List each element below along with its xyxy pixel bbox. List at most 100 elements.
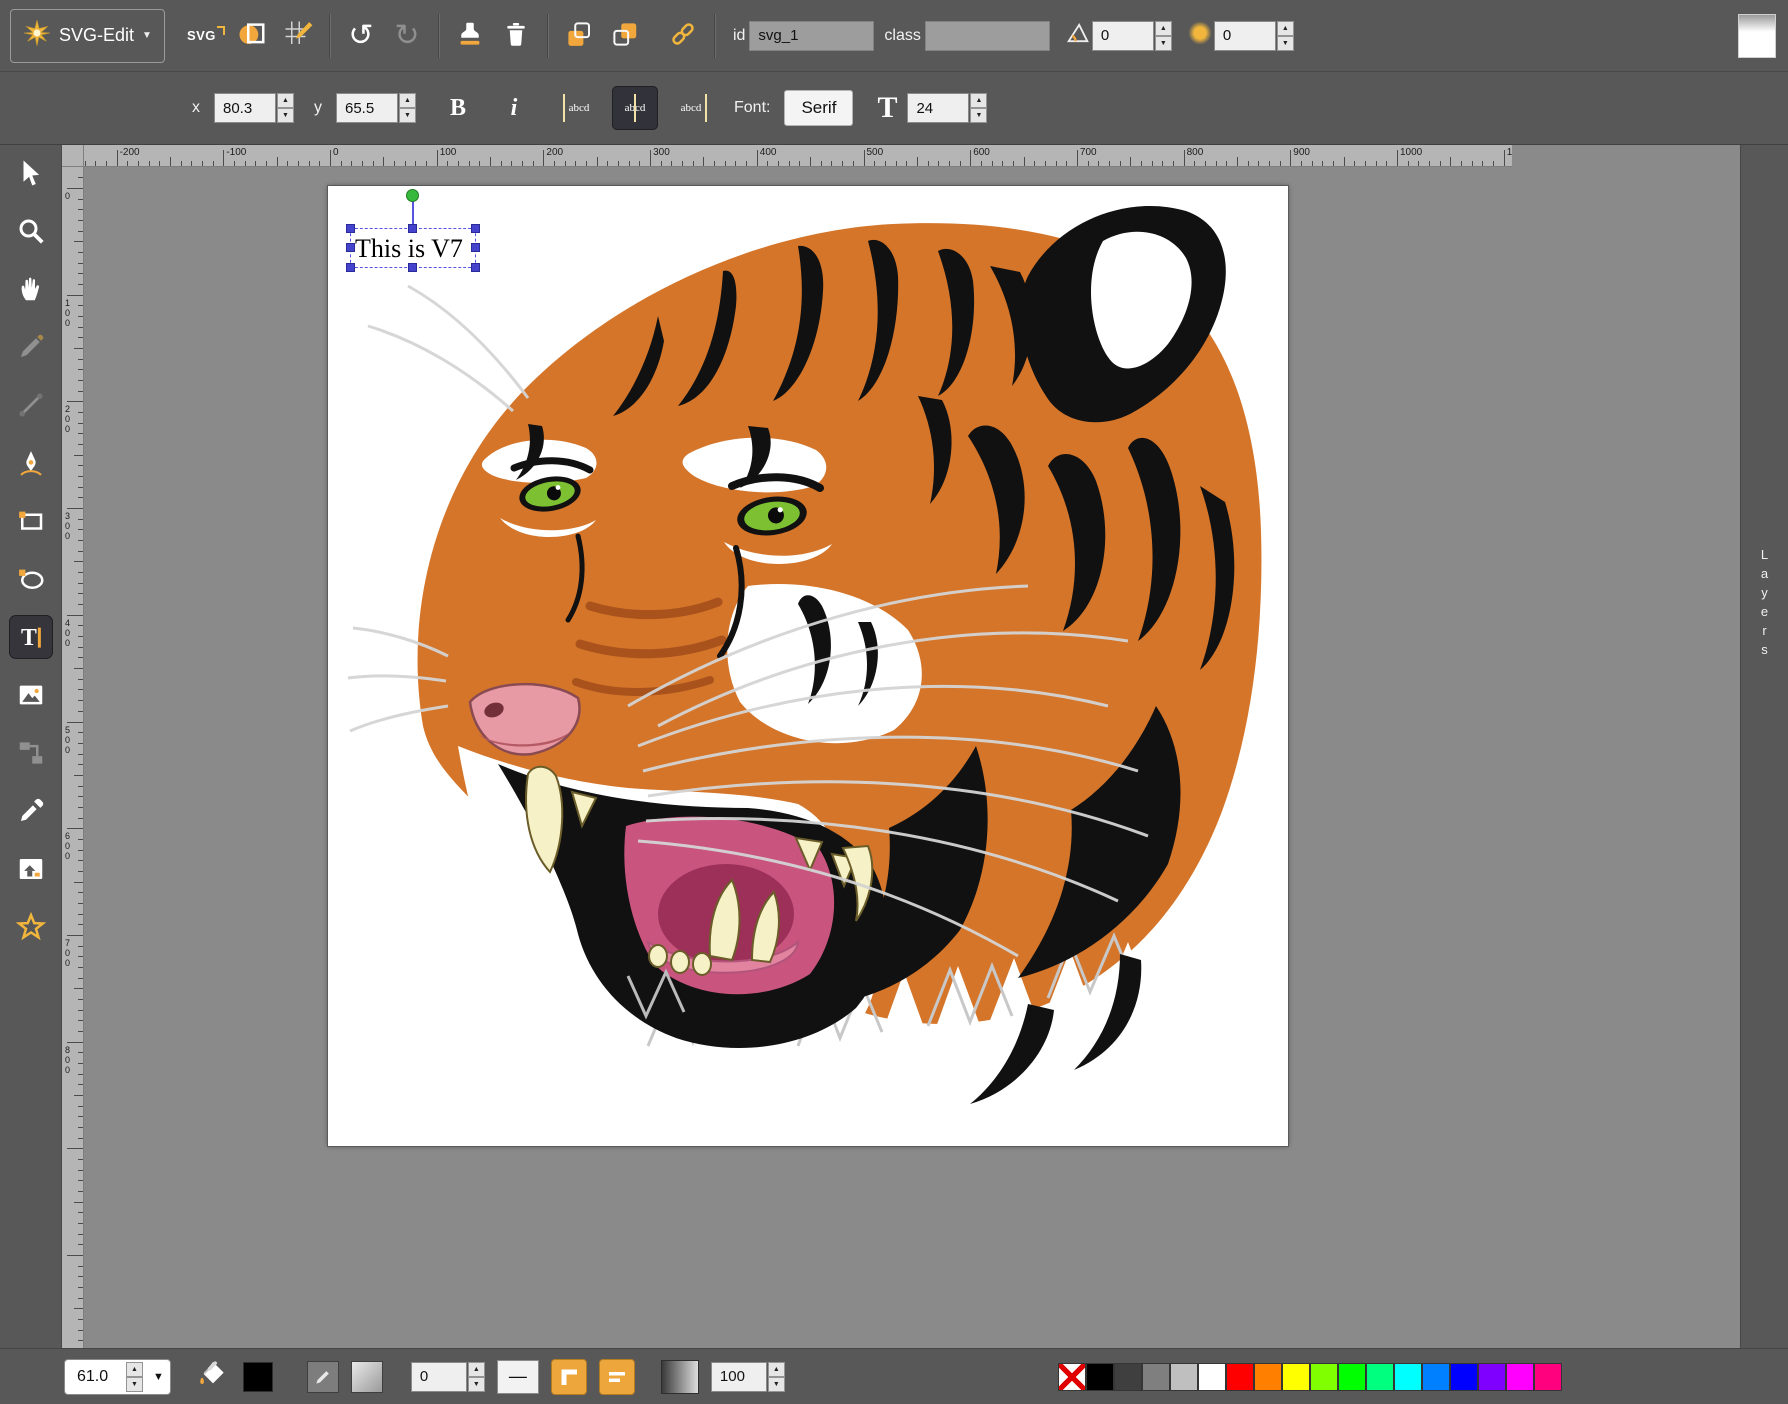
palette-swatch[interactable] <box>1310 1363 1338 1391</box>
selection-handle-sw[interactable] <box>346 263 355 272</box>
path-tool-button[interactable] <box>9 441 53 485</box>
blur-spinner[interactable]: ▲▼ <box>1277 21 1294 51</box>
palette-swatch[interactable] <box>1394 1363 1422 1391</box>
x-input[interactable] <box>214 93 276 123</box>
zoom-spinner[interactable]: ▲▼ <box>126 1362 143 1392</box>
stroke-width-input[interactable] <box>411 1362 467 1392</box>
selection-handle-nw[interactable] <box>346 224 355 233</box>
y-input[interactable] <box>336 93 398 123</box>
spin-down-icon[interactable]: ▼ <box>277 108 294 123</box>
palette-swatch[interactable] <box>1534 1363 1562 1391</box>
bold-button[interactable]: B <box>440 86 476 130</box>
layers-panel-toggle[interactable]: Layers <box>1740 145 1788 1348</box>
spin-up-icon[interactable]: ▲ <box>1277 21 1294 36</box>
shape-library-tool-button[interactable] <box>9 847 53 891</box>
spin-up-icon[interactable]: ▲ <box>399 93 416 108</box>
palette-swatch[interactable] <box>1338 1363 1366 1391</box>
palette-swatch[interactable] <box>1506 1363 1534 1391</box>
angle-spinner[interactable]: ▲▼ <box>1155 21 1172 51</box>
clone-button[interactable] <box>447 11 493 61</box>
spin-up-icon[interactable]: ▲ <box>277 93 294 108</box>
spin-down-icon[interactable]: ▼ <box>970 108 987 123</box>
palette-swatch[interactable] <box>1254 1363 1282 1391</box>
fill-color-swatch[interactable] <box>243 1362 273 1392</box>
spin-up-icon[interactable]: ▲ <box>126 1362 143 1377</box>
y-spinner[interactable]: ▲▼ <box>399 93 416 123</box>
redo-button[interactable]: ↻ <box>384 11 430 61</box>
rotate-handle[interactable] <box>406 189 419 202</box>
source-editor-button[interactable]: SVG <box>183 11 229 61</box>
spin-up-icon[interactable]: ▲ <box>970 93 987 108</box>
element-id-input[interactable] <box>749 21 874 51</box>
make-link-button[interactable] <box>660 11 706 61</box>
blur-input[interactable] <box>1214 21 1276 51</box>
line-tool-button[interactable] <box>9 383 53 427</box>
palette-swatch[interactable] <box>1366 1363 1394 1391</box>
zoom-dropdown-caret-icon[interactable]: ▼ <box>153 1371 164 1383</box>
svg-canvas[interactable]: This is V7 <box>328 186 1288 1146</box>
tiger-artwork[interactable] <box>328 186 1288 1146</box>
selection-handle-ne[interactable] <box>471 224 480 233</box>
linecap-button[interactable] <box>599 1359 635 1395</box>
stroke-width-spinner[interactable]: ▲▼ <box>468 1362 485 1392</box>
zoom-tool-button[interactable] <box>9 209 53 253</box>
font-family-button[interactable]: Serif <box>784 90 853 126</box>
selection-handle-se[interactable] <box>471 263 480 272</box>
opacity-spinner[interactable]: ▲▼ <box>768 1362 785 1392</box>
star-tool-button[interactable] <box>9 905 53 949</box>
font-size-spinner[interactable]: ▲▼ <box>970 93 987 123</box>
palette-swatch[interactable] <box>1198 1363 1226 1391</box>
palette-swatch[interactable] <box>1226 1363 1254 1391</box>
undo-button[interactable]: ↺ <box>338 11 384 61</box>
palette-swatch[interactable] <box>1086 1363 1114 1391</box>
opacity-gradient-icon[interactable] <box>661 1360 699 1394</box>
connector-tool-button[interactable] <box>9 731 53 775</box>
text-anchor-end-button[interactable]: abcd <box>668 86 714 130</box>
spin-down-icon[interactable]: ▼ <box>768 1377 785 1392</box>
palette-swatch[interactable] <box>1114 1363 1142 1391</box>
palette-swatch[interactable] <box>1478 1363 1506 1391</box>
stroke-color-button[interactable] <box>307 1361 339 1393</box>
eyedropper-tool-button[interactable] <box>9 789 53 833</box>
spin-up-icon[interactable]: ▲ <box>1155 21 1172 36</box>
font-size-input[interactable] <box>907 93 969 123</box>
spin-down-icon[interactable]: ▼ <box>399 108 416 123</box>
palette-swatch[interactable] <box>1450 1363 1478 1391</box>
text-anchor-start-button[interactable]: abcd <box>556 86 602 130</box>
italic-button[interactable]: i <box>496 86 532 130</box>
palette-swatch[interactable] <box>1422 1363 1450 1391</box>
angle-input[interactable] <box>1092 21 1154 51</box>
move-to-bottom-button[interactable] <box>556 11 602 61</box>
spin-up-icon[interactable]: ▲ <box>768 1362 785 1377</box>
x-spinner[interactable]: ▲▼ <box>277 93 294 123</box>
spin-down-icon[interactable]: ▼ <box>468 1377 485 1392</box>
document-properties-button[interactable] <box>229 11 275 61</box>
select-tool-button[interactable] <box>9 151 53 195</box>
zoom-control[interactable]: 61.0 ▲▼ ▼ <box>64 1359 171 1395</box>
background-color-swatch[interactable] <box>1738 14 1776 58</box>
opacity-input[interactable] <box>711 1362 767 1392</box>
stroke-dash-select[interactable]: — <box>497 1360 539 1394</box>
linejoin-button[interactable] <box>551 1359 587 1395</box>
selection-handle-e[interactable] <box>471 243 480 252</box>
palette-swatch-none[interactable] <box>1058 1363 1086 1391</box>
palette-swatch[interactable] <box>1282 1363 1310 1391</box>
canvas-region[interactable]: This is V7 <box>84 167 1740 1348</box>
spin-down-icon[interactable]: ▼ <box>1277 36 1294 51</box>
element-class-input[interactable] <box>925 21 1050 51</box>
palette-swatch[interactable] <box>1170 1363 1198 1391</box>
image-tool-button[interactable] <box>9 673 53 717</box>
move-to-top-button[interactable] <box>602 11 648 61</box>
palette-swatch[interactable] <box>1142 1363 1170 1391</box>
spin-down-icon[interactable]: ▼ <box>126 1377 143 1392</box>
spin-down-icon[interactable]: ▼ <box>1155 36 1172 51</box>
text-tool-button[interactable]: T <box>9 615 53 659</box>
main-menu-button[interactable]: SVG-Edit ▼ <box>10 9 165 63</box>
pencil-tool-button[interactable] <box>9 325 53 369</box>
spin-up-icon[interactable]: ▲ <box>468 1362 485 1377</box>
ellipse-tool-button[interactable] <box>9 557 53 601</box>
selection-handle-n[interactable] <box>408 224 417 233</box>
text-anchor-middle-button[interactable]: abcd <box>612 86 658 130</box>
editor-preferences-button[interactable] <box>275 11 321 61</box>
pan-tool-button[interactable] <box>9 267 53 311</box>
